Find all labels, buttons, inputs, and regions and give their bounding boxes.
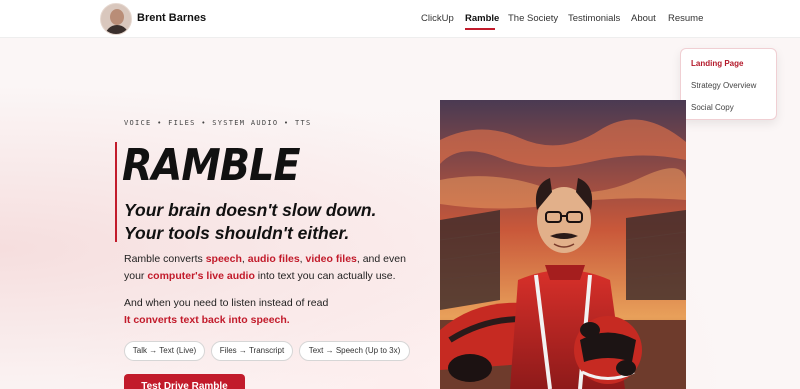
highlight-speech: speech [205, 253, 242, 265]
dropdown-item-strategy-overview[interactable]: Strategy Overview [691, 81, 756, 90]
hero-eyebrow: VOICE • FILES • SYSTEM AUDIO • TTS [124, 119, 312, 127]
avatar[interactable] [100, 3, 132, 35]
nav-item-resume[interactable]: Resume [668, 13, 703, 24]
active-nav-indicator [465, 28, 495, 30]
ramble-dropdown-menu: Landing Page Strategy Overview Social Co… [680, 48, 777, 120]
nav-item-ramble[interactable]: Ramble [465, 13, 499, 24]
hero-tagline-line-2: Your tools shouldn't either. [124, 223, 350, 243]
nav-item-testimonials[interactable]: Testimonials [568, 13, 620, 24]
site-header: Brent Barnes ClickUp Ramble The Society … [0, 0, 800, 38]
hero-description-line-1: Ramble converts speech, audio files, vid… [124, 253, 406, 265]
highlight-audio-files: audio files [247, 253, 300, 265]
feature-pill-talk-to-text[interactable]: Talk → Text (Live) [124, 341, 205, 361]
hero-tts-line-2: It converts text back into speech. [124, 314, 290, 326]
nav-item-about[interactable]: About [631, 13, 656, 24]
highlight-video-files: video files [305, 253, 357, 265]
racing-driver-illustration [440, 100, 686, 389]
hero-title: RAMBLE [122, 140, 301, 191]
hero-accent-bar [115, 142, 117, 242]
hero-tagline-line-1: Your brain doesn't slow down. [124, 200, 377, 220]
highlight-computer-live-audio: computer's live audio [147, 270, 255, 282]
nav-item-the-society[interactable]: The Society [508, 13, 558, 24]
brand-name[interactable]: Brent Barnes [137, 12, 206, 24]
dropdown-item-landing-page[interactable]: Landing Page [691, 59, 743, 68]
test-drive-ramble-button[interactable]: Test Drive Ramble [124, 374, 245, 389]
feature-pill-files-to-transcript[interactable]: Files → Transcript [211, 341, 293, 361]
dropdown-item-social-copy[interactable]: Social Copy [691, 103, 734, 112]
feature-pill-text-to-speech[interactable]: Text → Speech (Up to 3x) [299, 341, 410, 361]
nav-item-clickup[interactable]: ClickUp [421, 13, 454, 24]
hero-tts-line-1: And when you need to listen instead of r… [124, 297, 329, 309]
hero-description-line-2: your computer's live audio into text you… [124, 270, 396, 282]
